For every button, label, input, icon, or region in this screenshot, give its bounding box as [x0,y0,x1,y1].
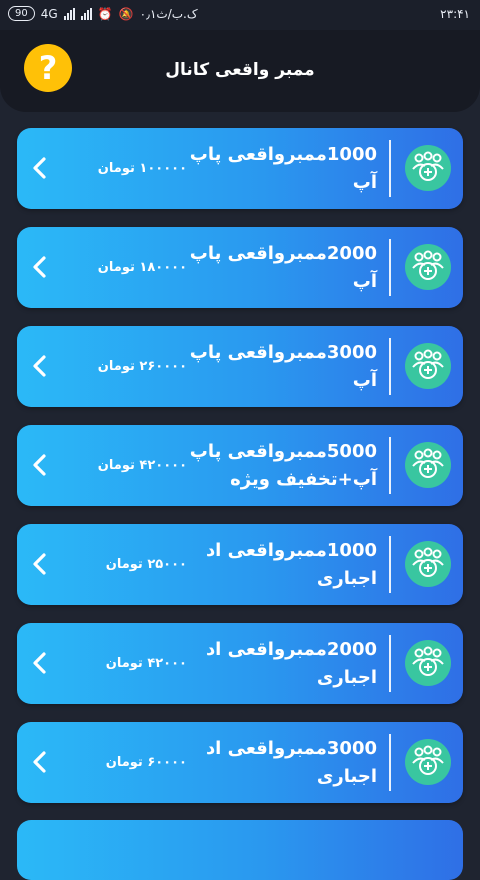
package-price: ۱۰۰۰۰۰ تومان [97,161,187,176]
chevron-left-icon[interactable] [29,749,51,775]
package-card[interactable]: 3000ممبرواقعی اد اجباری ۶۰۰۰۰ تومان [17,722,463,803]
add-group-icon [405,640,451,686]
add-group-icon [405,343,451,389]
card-divider [389,239,391,296]
package-price: ۲۵۰۰۰ تومان [105,557,187,572]
package-price: ۶۰۰۰۰ تومان [105,755,187,770]
app-header: ? ممبر واقعی کانال [0,30,480,112]
package-name: 3000ممبرواقعی اد اجباری [205,737,377,787]
package-card-partial[interactable] [17,820,463,880]
add-group-icon [405,442,451,488]
package-name: 3000ممبرواقعی پاپ آپ [189,341,377,391]
card-divider [389,140,391,197]
package-price: ۴۲۰۰۰ تومان [105,656,187,671]
chevron-left-icon[interactable] [29,155,51,181]
alarm-icon: ⏰ [97,6,113,21]
package-card[interactable]: 2000ممبرواقعی اد اجباری ۴۲۰۰۰ تومان [17,623,463,704]
chevron-left-icon[interactable] [29,353,51,379]
card-divider [389,437,391,494]
card-divider [389,536,391,593]
package-name: 1000ممبرواقعی پاپ آپ [189,143,377,193]
package-card[interactable]: 1000ممبرواقعی اد اجباری ۲۵۰۰۰ تومان [17,524,463,605]
battery-indicator: 90 [8,6,35,21]
page-title: ممبر واقعی کانال [165,60,315,80]
package-name: 2000ممبرواقعی پاپ آپ [189,242,377,292]
package-card[interactable]: 3000ممبرواقعی پاپ آپ ۲۶۰۰۰۰ تومان [17,326,463,407]
mute-icon: 🔕 [118,6,134,21]
package-price: ۲۶۰۰۰۰ تومان [97,359,187,374]
status-left: 90 4G ⏰ 🔕 ۰٫۱ک.ب/ث [8,6,198,21]
network-type: 4G [40,6,58,21]
status-bar: 90 4G ⏰ 🔕 ۰٫۱ک.ب/ث ۲۳:۴۱ [0,0,480,30]
chevron-left-icon[interactable] [29,551,51,577]
chevron-left-icon[interactable] [29,452,51,478]
package-price: ۴۲۰۰۰۰ تومان [97,458,187,473]
card-divider [389,338,391,395]
package-price: ۱۸۰۰۰۰ تومان [97,260,187,275]
speed-text: ۰٫۱ک.ب/ث [139,6,198,21]
signal-icon [63,7,75,20]
package-list: 1000ممبرواقعی پاپ آپ ۱۰۰۰۰۰ تومان 2000مم… [17,128,463,821]
card-divider [389,635,391,692]
add-group-icon [405,541,451,587]
add-group-icon [405,244,451,290]
package-name: 5000ممبرواقعی پاپ آپ+تخفیف ویژه [189,440,377,490]
package-card[interactable]: 2000ممبرواقعی پاپ آپ ۱۸۰۰۰۰ تومان [17,227,463,308]
add-group-icon [405,739,451,785]
clock: ۲۳:۴۱ [440,7,470,21]
chevron-left-icon[interactable] [29,650,51,676]
card-divider [389,734,391,791]
package-card[interactable]: 1000ممبرواقعی پاپ آپ ۱۰۰۰۰۰ تومان [17,128,463,209]
signal-icon-2 [80,7,92,20]
package-name: 2000ممبرواقعی اد اجباری [205,638,377,688]
chevron-left-icon[interactable] [29,254,51,280]
package-name: 1000ممبرواقعی اد اجباری [205,539,377,589]
package-card[interactable]: 5000ممبرواقعی پاپ آپ+تخفیف ویژه ۴۲۰۰۰۰ ت… [17,425,463,506]
add-group-icon [405,145,451,191]
